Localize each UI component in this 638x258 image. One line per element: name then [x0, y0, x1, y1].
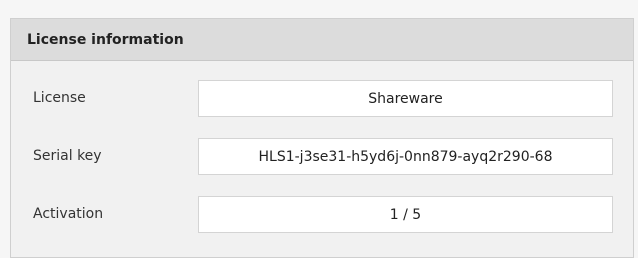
- serial-key-label: Serial key: [33, 148, 102, 164]
- license-row: License Shareware: [11, 80, 633, 117]
- serial-key-value[interactable]: HLS1-j3se31-h5yd6j-0nn879-ayq2r290-68: [198, 138, 613, 175]
- activation-value[interactable]: 1 / 5: [198, 196, 613, 233]
- serial-key-row: Serial key HLS1-j3se31-h5yd6j-0nn879-ayq…: [11, 138, 633, 175]
- activation-row: Activation 1 / 5: [11, 196, 633, 233]
- activation-label: Activation: [33, 206, 104, 222]
- panel-title: License information: [11, 19, 633, 61]
- license-label: License: [33, 90, 86, 106]
- license-information-panel: License information License Shareware Se…: [10, 18, 634, 258]
- license-value[interactable]: Shareware: [198, 80, 613, 117]
